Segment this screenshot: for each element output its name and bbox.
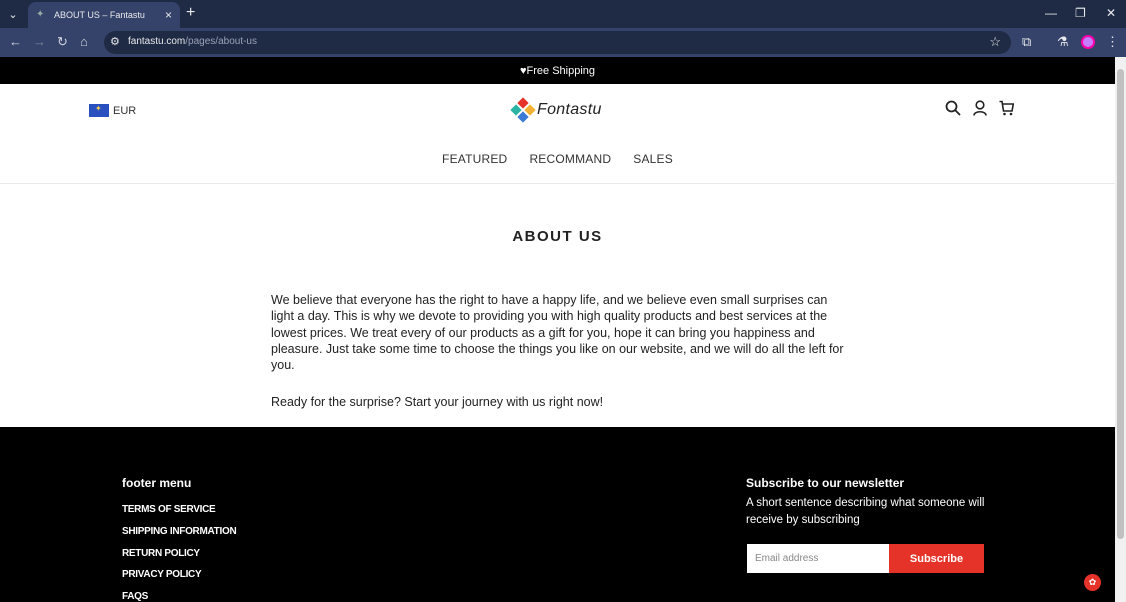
new-tab-button[interactable]: + — [186, 5, 195, 21]
subscribe-button[interactable]: Subscribe — [889, 544, 984, 573]
footer-menu-title: footer menu — [122, 476, 192, 490]
newsletter-title: Subscribe to our newsletter — [746, 476, 905, 490]
forward-button[interactable]: → — [33, 34, 46, 50]
about-content: We believe that everyone has the right t… — [271, 292, 851, 432]
restore-button[interactable]: ❐ — [1075, 6, 1086, 20]
site-header: EUR Fontastu FEATURED RECOMMAND SALES — [0, 84, 1115, 184]
main-navigation: FEATURED RECOMMAND SALES — [0, 152, 1115, 166]
announcement-bar: ♥ Free Shipping — [0, 57, 1115, 84]
announcement-text: Free Shipping — [526, 64, 596, 77]
chat-widget-icon[interactable]: ✿ — [1084, 574, 1101, 591]
extensions-icon[interactable]: ⧉ — [1022, 34, 1031, 50]
page-viewport: ♥Free Shipping EUR Fontastu FEATURED — [0, 57, 1115, 602]
profile-avatar[interactable] — [1081, 35, 1095, 49]
browser-toolbar: ← → ↻ ⌂ ⚙ fantastu.com/pages/about-us ☆ … — [0, 28, 1126, 57]
page-title: ABOUT US — [512, 228, 603, 245]
reload-button[interactable]: ↻ — [57, 34, 68, 50]
nav-recommand[interactable]: RECOMMAND — [529, 152, 611, 166]
menu-kebab-icon[interactable]: ⋮ — [1106, 34, 1119, 50]
currency-label: EUR — [113, 104, 137, 117]
cart-icon[interactable] — [999, 100, 1015, 120]
nav-sales[interactable]: SALES — [633, 152, 673, 166]
address-bar[interactable]: ⚙ fantastu.com/pages/about-us ☆ — [104, 31, 1011, 54]
tab-title: ABOUT US – Fantastu — [54, 10, 145, 20]
page-scrollbar[interactable] — [1115, 57, 1126, 602]
home-button[interactable]: ⌂ — [80, 34, 88, 50]
search-icon[interactable] — [945, 100, 961, 120]
eu-flag-icon — [89, 104, 109, 117]
browser-tab-strip: ⌄ ✦ ABOUT US – Fantastu × + — ❐ ✕ — [0, 0, 1126, 28]
footer-links: TERMS OF SERVICE SHIPPING INFORMATION RE… — [122, 504, 237, 602]
logo-mark-icon — [510, 97, 536, 123]
bookmark-star-icon[interactable]: ☆ — [989, 34, 1001, 50]
footer-link-shipping[interactable]: SHIPPING INFORMATION — [122, 526, 237, 538]
favicon-icon: ✦ — [36, 9, 45, 20]
currency-selector[interactable]: EUR — [89, 104, 136, 117]
newsletter-description: A short sentence describing what someone… — [746, 497, 985, 526]
account-icon[interactable] — [973, 100, 987, 120]
tab-close-icon[interactable]: × — [165, 8, 172, 22]
url-text: fantastu.com/pages/about-us — [128, 36, 257, 47]
minimize-button[interactable]: — — [1045, 6, 1057, 20]
about-paragraph: Ready for the surprise? Start your journ… — [271, 395, 604, 410]
back-button[interactable]: ← — [9, 34, 22, 50]
footer-link-return[interactable]: RETURN POLICY — [122, 548, 236, 560]
logo-text: Fontastu — [537, 101, 602, 118]
url-domain: fantastu.com — [128, 36, 186, 47]
footer-link-privacy[interactable]: PRIVACY POLICY — [122, 569, 236, 581]
labs-icon[interactable]: ⚗ — [1057, 34, 1069, 50]
site-logo[interactable]: Fontastu — [510, 97, 602, 123]
scrollbar-thumb[interactable] — [1117, 69, 1124, 539]
url-path: /pages/about-us — [185, 36, 257, 47]
about-paragraph: We believe that everyone has the right t… — [271, 293, 844, 373]
footer-link-terms[interactable]: TERMS OF SERVICE — [122, 504, 236, 516]
footer-link-faqs[interactable]: FAQS — [122, 591, 236, 602]
site-info-icon[interactable]: ⚙ — [110, 35, 120, 48]
nav-featured[interactable]: FEATURED — [442, 152, 507, 166]
site-footer: footer menu TERMS OF SERVICE SHIPPING IN… — [0, 427, 1115, 602]
newsletter-email-input[interactable] — [747, 544, 889, 573]
browser-tab-active[interactable]: ✦ ABOUT US – Fantastu × — [28, 2, 180, 28]
tab-search-button[interactable]: ⌄ — [4, 5, 22, 23]
close-window-button[interactable]: ✕ — [1106, 6, 1116, 20]
